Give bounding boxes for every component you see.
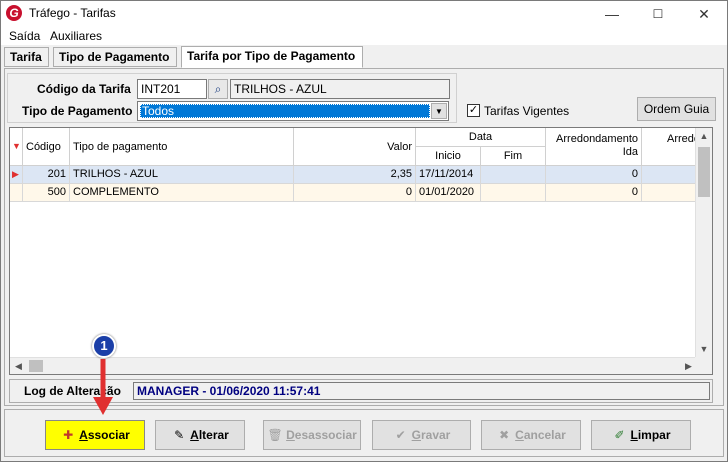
desassociar-button[interactable]: 🗑 Desassociar [263,420,361,450]
header-arred-next-label: Arredonc [667,133,696,145]
menu-saida[interactable]: Saída [9,29,40,43]
associar-button[interactable]: ✚ Associar [45,420,145,450]
limpar-label-key: L [630,428,638,442]
header-arred-ida[interactable]: Arredondamento Ida [546,128,642,166]
cell-valor[interactable]: 2,35 [294,166,416,184]
header-inicio[interactable]: Inicio [416,147,481,166]
cell-inicio[interactable]: 01/01/2020 [416,184,481,202]
grid-indicator-header: ▼ [10,128,23,166]
tarifas-grid: ▼ Código Tipo de pagamento Valor Data In… [9,127,713,375]
header-arred-ida-label: Arredondamento Ida [556,133,638,158]
cancelar-button[interactable]: ✖ Cancelar [481,420,581,450]
cancelar-label-rest: ancelar [523,428,566,442]
cancelar-label-key: C [515,428,524,442]
tarifas-vigentes-label: Tarifas Vigentes [484,104,570,118]
header-arred-next[interactable]: Arredonc [642,128,697,166]
minimize-button[interactable]: — [589,1,635,27]
gravar-label-key: G [411,428,421,442]
limpar-button[interactable]: ✐ Limpar [591,420,691,450]
desassociar-label-rest: esassociar [294,428,357,442]
tab-tarifa[interactable]: Tarifa [4,47,49,67]
descricao-tarifa-field: TRILHOS - AZUL [230,79,450,99]
cancel-icon: ✖ [499,428,510,442]
annotation-arrow-icon [93,359,113,415]
scroll-up-icon[interactable]: ▲ [696,128,712,145]
vertical-scroll-thumb[interactable] [698,147,710,197]
header-fim[interactable]: Fim [481,147,546,166]
scroll-corner [695,357,712,374]
ordem-guia-label: Ordem Guia [643,102,710,116]
app-logo-icon: G [6,5,22,21]
horizontal-scroll-thumb[interactable] [29,360,43,372]
tipo-pagamento-select[interactable]: Todos ▼ [137,101,449,121]
window-title: Tráfego - Tarifas [29,6,116,20]
gravar-label-rest: ravar [420,428,451,442]
cell-valor[interactable]: 0 [294,184,416,202]
tarifas-vigentes-checkbox[interactable]: ✓ [467,104,480,117]
maximize-button[interactable]: ☐ [635,1,681,27]
desassociar-label-key: D [286,428,295,442]
limpar-label-rest: impar [637,428,671,442]
tab-tarifa-por-tipo[interactable]: Tarifa por Tipo de Pagamento [181,46,363,68]
cell-fim[interactable] [481,184,546,202]
edit-icon: ✎ [174,428,185,442]
header-tipo[interactable]: Tipo de pagamento [70,128,294,166]
associar-label-key: A [79,428,88,442]
alterar-label-rest: lterar [198,428,229,442]
header-codigo-label: Código [26,141,61,153]
chevron-down-icon[interactable]: ▼ [431,103,447,119]
row-indicator-icon: ▶ [10,166,23,184]
cell-arred-next[interactable] [642,166,697,184]
tipo-pagamento-label: Tipo de Pagamento [22,104,133,118]
eraser-icon: ✐ [614,428,625,442]
ordem-guia-button[interactable]: Ordem Guia [637,97,716,121]
menu-bar: Saída Auxiliares [1,27,727,45]
header-tipo-label: Tipo de pagamento [73,141,168,153]
row-indicator [10,184,23,202]
cell-arred-next[interactable] [642,184,697,202]
binoculars-icon[interactable]: ⌕ [208,79,228,99]
header-valor[interactable]: Valor [294,128,416,166]
cell-codigo[interactable]: 201 [23,166,70,184]
cell-tipo[interactable]: TRILHOS - AZUL [70,166,294,184]
cell-inicio[interactable]: 17/11/2014 [416,166,481,184]
add-icon: ✚ [63,428,74,442]
cell-fim[interactable] [481,166,546,184]
cell-tipo[interactable]: COMPLEMENTO [70,184,294,202]
checkmark-icon: ✔ [395,428,406,442]
header-data: Data [416,128,546,147]
cell-arred[interactable]: 0 [546,166,642,184]
menu-auxiliares[interactable]: Auxiliares [50,29,102,43]
scroll-down-icon[interactable]: ▼ [696,341,712,358]
header-codigo[interactable]: Código [23,128,70,166]
sort-arrow-icon: ▼ [12,141,21,151]
title-bar: G Tráfego - Tarifas — ☐ ✕ [1,1,727,27]
alterar-button[interactable]: ✎ Alterar [155,420,245,450]
main-window: G Tráfego - Tarifas — ☐ ✕ Saída Auxiliar… [0,0,728,462]
gravar-button[interactable]: ✔ Gravar [372,420,471,450]
cell-arred[interactable]: 0 [546,184,642,202]
step-badge: 1 [92,334,116,358]
codigo-tarifa-input[interactable]: INT201 [137,79,207,99]
scroll-left-icon[interactable]: ◀ [10,358,27,374]
tipo-pagamento-value: Todos [140,104,430,118]
tab-tipo-pagamento[interactable]: Tipo de Pagamento [53,47,177,67]
vertical-scrollbar[interactable]: ▲ ▼ [695,128,712,358]
trash-icon: 🗑 [267,428,283,442]
alterar-label-key: A [190,428,199,442]
codigo-tarifa-label: Código da Tarifa [37,82,131,96]
tab-bar: Tarifa Tipo de Pagamento Tarifa por Tipo… [1,46,727,68]
close-button[interactable]: ✕ [681,1,727,27]
associar-label-rest: ssociar [87,428,130,442]
log-value: MANAGER - 01/06/2020 11:57:41 [133,382,710,400]
cell-codigo[interactable]: 500 [23,184,70,202]
header-valor-label: Valor [387,141,412,153]
